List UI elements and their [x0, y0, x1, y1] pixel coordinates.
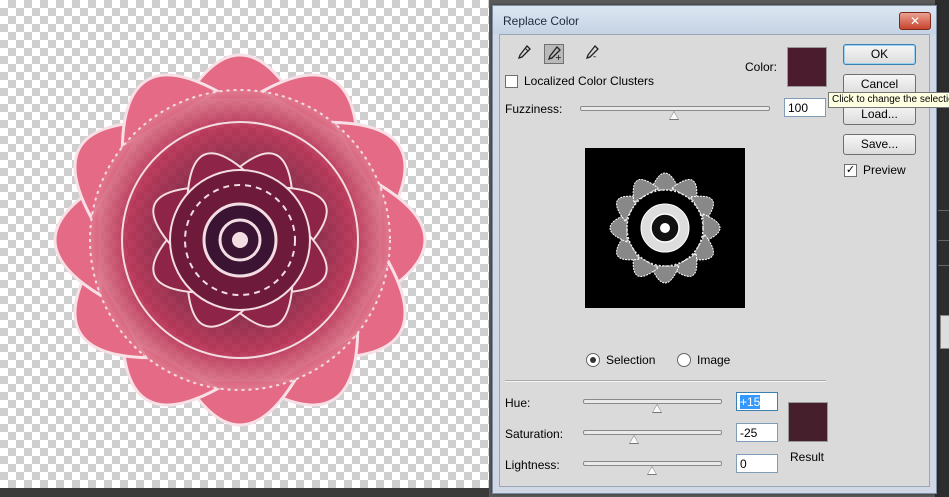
lightness-slider-thumb[interactable] — [647, 466, 657, 475]
svg-text:+: + — [555, 53, 562, 61]
selection-preview[interactable] — [585, 148, 745, 308]
panel-divider — [938, 265, 949, 266]
ok-button[interactable]: OK — [843, 44, 916, 65]
localized-clusters-checkbox[interactable] — [505, 75, 518, 88]
eyedropper-minus-icon[interactable]: - — [582, 44, 602, 64]
eyedropper-plus-icon[interactable]: + — [544, 44, 564, 64]
fuzziness-label: Fuzziness: — [505, 102, 563, 116]
side-panel — [935, 0, 949, 497]
saturation-slider[interactable] — [583, 430, 722, 435]
save-button[interactable]: Save... — [843, 134, 916, 155]
lightness-field[interactable]: 0 — [736, 454, 778, 473]
selection-color-swatch[interactable] — [787, 47, 827, 87]
saturation-label: Saturation: — [505, 427, 564, 441]
title-bar[interactable]: Replace Color ✕ — [493, 6, 936, 34]
divider — [505, 380, 826, 382]
hue-field[interactable]: +15 — [736, 392, 778, 411]
document-canvas[interactable] — [0, 0, 489, 497]
canvas-bottom-edge — [0, 488, 489, 497]
color-label: Color: — [745, 60, 778, 74]
lightness-label: Lightness: — [505, 458, 560, 472]
preview-label: Preview — [863, 163, 906, 177]
fuzziness-slider-thumb[interactable] — [669, 111, 679, 120]
mandala-artwork — [53, 53, 427, 427]
preview-checkbox[interactable]: ✓ — [844, 164, 857, 177]
fuzziness-field[interactable]: 100 — [784, 98, 826, 117]
eyedropper-icon[interactable] — [514, 44, 534, 64]
hue-slider-thumb[interactable] — [652, 404, 662, 413]
panel-divider — [938, 210, 949, 211]
image-radio-label: Image — [697, 353, 731, 367]
svg-text:-: - — [593, 52, 596, 60]
saturation-slider-thumb[interactable] — [629, 435, 639, 444]
image-radio[interactable] — [677, 353, 691, 367]
dialog-title: Replace Color — [503, 14, 580, 28]
saturation-field[interactable]: -25 — [736, 423, 778, 442]
layer-thumbnail[interactable] — [940, 315, 949, 349]
result-color-swatch[interactable] — [788, 402, 828, 442]
selection-radio[interactable] — [586, 353, 600, 367]
selection-radio-label: Selection — [606, 353, 656, 367]
panel-divider — [938, 240, 949, 241]
selection-mask-thumbnail — [609, 172, 721, 284]
tooltip: Click to change the selection color — [828, 92, 949, 108]
replace-color-dialog: Replace Color ✕ + - Color: Localized Col… — [492, 5, 937, 494]
hue-label: Hue: — [505, 396, 531, 410]
localized-clusters-label: Localized Color Clusters — [524, 74, 655, 88]
result-label: Result — [790, 450, 825, 464]
close-button[interactable]: ✕ — [899, 12, 931, 30]
